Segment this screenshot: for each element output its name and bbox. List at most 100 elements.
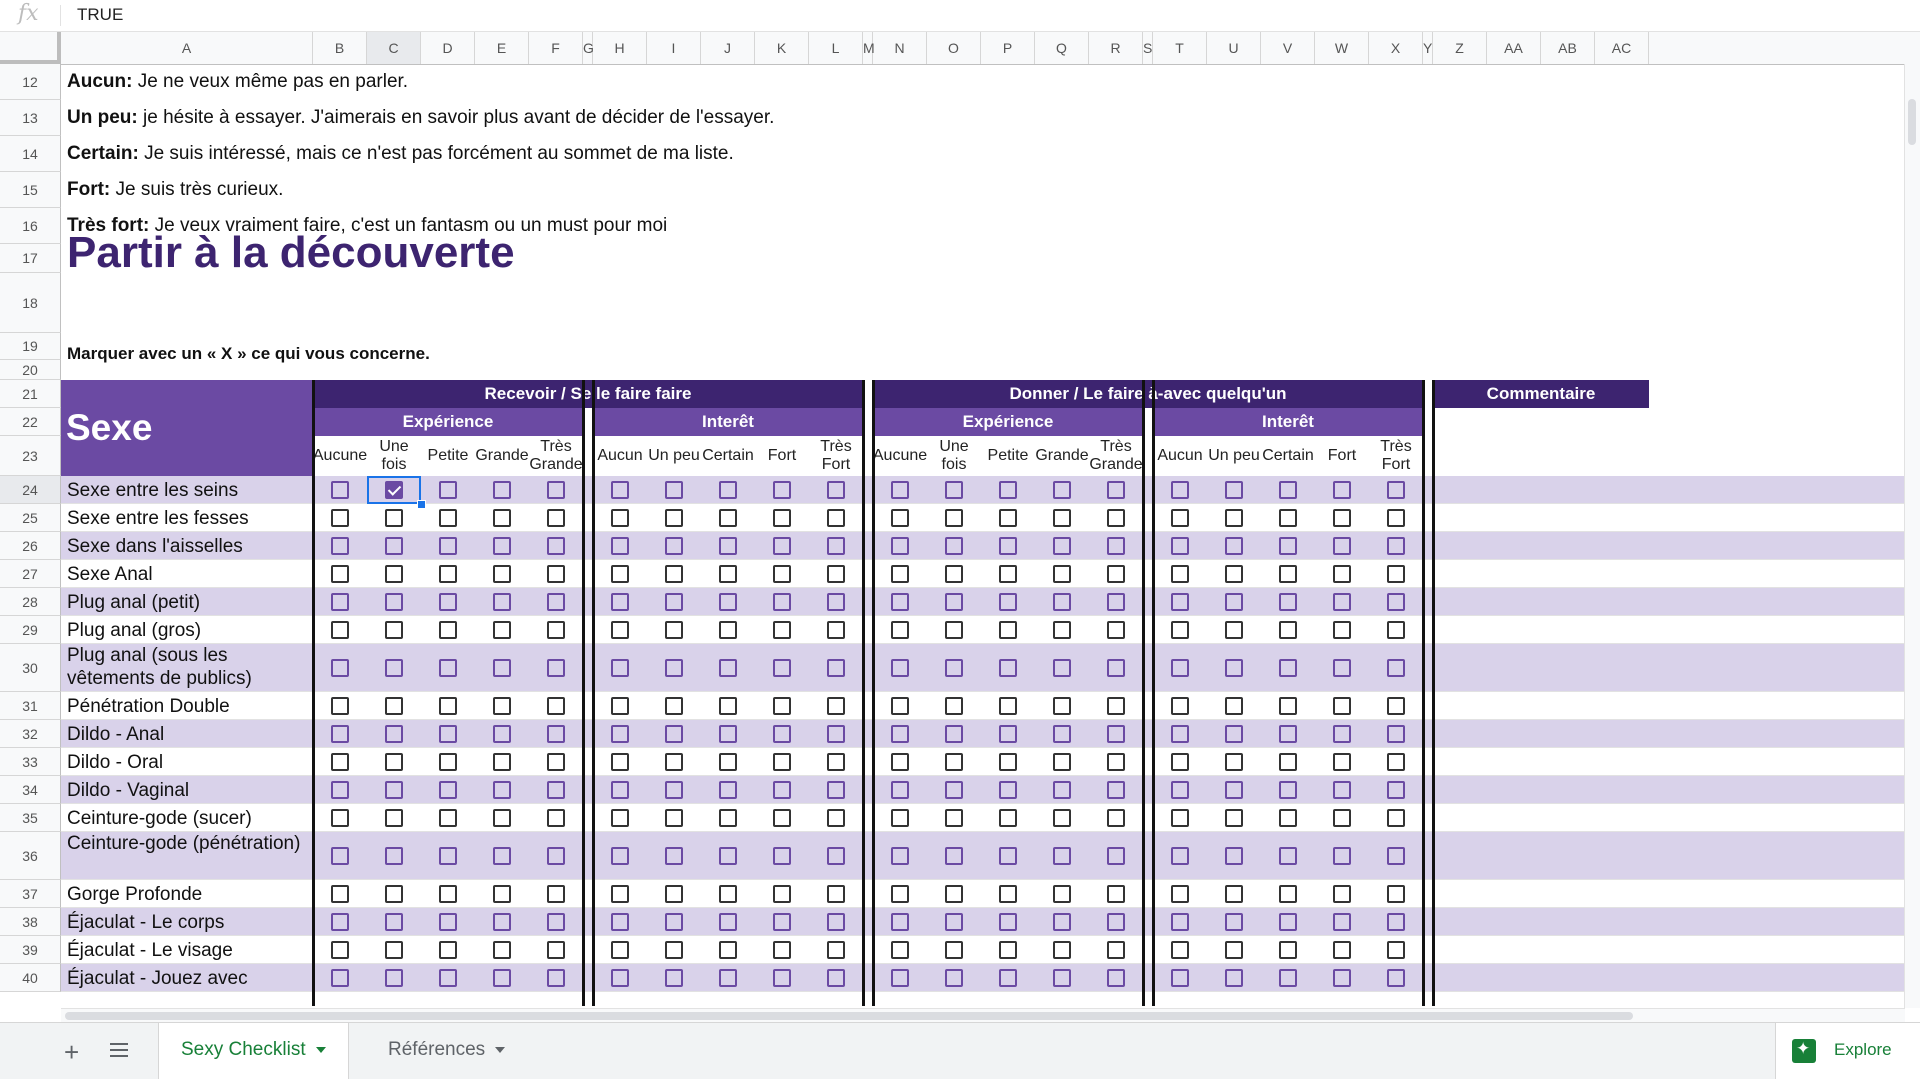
checkbox-f-28[interactable] bbox=[547, 593, 565, 611]
column-header-x[interactable]: X bbox=[1369, 32, 1423, 64]
checkbox-t-34[interactable] bbox=[1171, 781, 1189, 799]
checkbox-k-28[interactable] bbox=[773, 593, 791, 611]
checkbox-k-33[interactable] bbox=[773, 753, 791, 771]
checkbox-q-31[interactable] bbox=[1053, 697, 1071, 715]
checkbox-t-27[interactable] bbox=[1171, 565, 1189, 583]
checkbox-l-28[interactable] bbox=[827, 593, 845, 611]
checkbox-t-40[interactable] bbox=[1171, 969, 1189, 987]
checkbox-d-36[interactable] bbox=[439, 847, 457, 865]
checkbox-o-27[interactable] bbox=[945, 565, 963, 583]
checkbox-l-29[interactable] bbox=[827, 621, 845, 639]
checkbox-b-24[interactable] bbox=[331, 481, 349, 499]
checkbox-n-32[interactable] bbox=[891, 725, 909, 743]
column-header-f[interactable]: F bbox=[529, 32, 583, 64]
checkbox-h-25[interactable] bbox=[611, 509, 629, 527]
checkbox-t-36[interactable] bbox=[1171, 847, 1189, 865]
checkbox-r-40[interactable] bbox=[1107, 969, 1125, 987]
checkbox-h-33[interactable] bbox=[611, 753, 629, 771]
checkbox-l-35[interactable] bbox=[827, 809, 845, 827]
checkbox-o-40[interactable] bbox=[945, 969, 963, 987]
row-header-18[interactable]: 18 bbox=[0, 273, 61, 333]
checkbox-k-31[interactable] bbox=[773, 697, 791, 715]
checkbox-x-27[interactable] bbox=[1387, 565, 1405, 583]
checkbox-u-31[interactable] bbox=[1225, 697, 1243, 715]
checkbox-x-40[interactable] bbox=[1387, 969, 1405, 987]
sheet-tab[interactable]: Références bbox=[366, 1023, 527, 1079]
checkbox-p-26[interactable] bbox=[999, 537, 1017, 555]
checkbox-l-27[interactable] bbox=[827, 565, 845, 583]
row-header-34[interactable]: 34 bbox=[0, 776, 61, 804]
column-header-k[interactable]: K bbox=[755, 32, 809, 64]
checkbox-r-33[interactable] bbox=[1107, 753, 1125, 771]
checkbox-u-27[interactable] bbox=[1225, 565, 1243, 583]
checkbox-e-26[interactable] bbox=[493, 537, 511, 555]
checkbox-w-31[interactable] bbox=[1333, 697, 1351, 715]
checkbox-c-36[interactable] bbox=[385, 847, 403, 865]
checkbox-q-32[interactable] bbox=[1053, 725, 1071, 743]
checkbox-f-30[interactable] bbox=[547, 659, 565, 677]
checkbox-c-26[interactable] bbox=[385, 537, 403, 555]
checkbox-u-35[interactable] bbox=[1225, 809, 1243, 827]
checkbox-o-32[interactable] bbox=[945, 725, 963, 743]
checkbox-d-40[interactable] bbox=[439, 969, 457, 987]
column-header-i[interactable]: I bbox=[647, 32, 701, 64]
checkbox-r-28[interactable] bbox=[1107, 593, 1125, 611]
checkbox-b-33[interactable] bbox=[331, 753, 349, 771]
column-header-j[interactable]: J bbox=[701, 32, 755, 64]
checkbox-e-24[interactable] bbox=[493, 481, 511, 499]
checkbox-f-35[interactable] bbox=[547, 809, 565, 827]
checkbox-b-28[interactable] bbox=[331, 593, 349, 611]
checkbox-x-29[interactable] bbox=[1387, 621, 1405, 639]
checkbox-r-37[interactable] bbox=[1107, 885, 1125, 903]
checkbox-c-28[interactable] bbox=[385, 593, 403, 611]
checkbox-n-33[interactable] bbox=[891, 753, 909, 771]
checkbox-l-30[interactable] bbox=[827, 659, 845, 677]
checkbox-d-39[interactable] bbox=[439, 941, 457, 959]
checkbox-v-33[interactable] bbox=[1279, 753, 1297, 771]
checkbox-f-34[interactable] bbox=[547, 781, 565, 799]
checkbox-p-40[interactable] bbox=[999, 969, 1017, 987]
checkbox-j-24[interactable] bbox=[719, 481, 737, 499]
row-header-16[interactable]: 16 bbox=[0, 208, 61, 244]
checkbox-f-36[interactable] bbox=[547, 847, 565, 865]
row-header-27[interactable]: 27 bbox=[0, 560, 61, 588]
checkbox-l-34[interactable] bbox=[827, 781, 845, 799]
checkbox-x-30[interactable] bbox=[1387, 659, 1405, 677]
column-header-p[interactable]: P bbox=[981, 32, 1035, 64]
checkbox-r-36[interactable] bbox=[1107, 847, 1125, 865]
checkbox-c-35[interactable] bbox=[385, 809, 403, 827]
checkbox-h-24[interactable] bbox=[611, 481, 629, 499]
checkbox-t-35[interactable] bbox=[1171, 809, 1189, 827]
checkbox-e-39[interactable] bbox=[493, 941, 511, 959]
checkbox-j-33[interactable] bbox=[719, 753, 737, 771]
checkbox-i-24[interactable] bbox=[665, 481, 683, 499]
checkbox-b-34[interactable] bbox=[331, 781, 349, 799]
checkbox-e-29[interactable] bbox=[493, 621, 511, 639]
checkbox-j-35[interactable] bbox=[719, 809, 737, 827]
checkbox-i-25[interactable] bbox=[665, 509, 683, 527]
column-header-ac[interactable]: AC bbox=[1595, 32, 1649, 64]
checkbox-h-28[interactable] bbox=[611, 593, 629, 611]
column-header-t[interactable]: T bbox=[1153, 32, 1207, 64]
checkbox-l-33[interactable] bbox=[827, 753, 845, 771]
checkbox-e-37[interactable] bbox=[493, 885, 511, 903]
checkbox-o-25[interactable] bbox=[945, 509, 963, 527]
checkbox-d-31[interactable] bbox=[439, 697, 457, 715]
checkbox-i-30[interactable] bbox=[665, 659, 683, 677]
checkbox-j-37[interactable] bbox=[719, 885, 737, 903]
checkbox-q-34[interactable] bbox=[1053, 781, 1071, 799]
vertical-scroll-thumb[interactable] bbox=[1908, 99, 1916, 145]
checkbox-o-39[interactable] bbox=[945, 941, 963, 959]
checkbox-x-38[interactable] bbox=[1387, 913, 1405, 931]
checkbox-i-37[interactable] bbox=[665, 885, 683, 903]
checkbox-e-33[interactable] bbox=[493, 753, 511, 771]
column-header-b[interactable]: B bbox=[313, 32, 367, 64]
checkbox-c-39[interactable] bbox=[385, 941, 403, 959]
checkbox-j-38[interactable] bbox=[719, 913, 737, 931]
checkbox-h-30[interactable] bbox=[611, 659, 629, 677]
checkbox-u-32[interactable] bbox=[1225, 725, 1243, 743]
row-header-17[interactable]: 17 bbox=[0, 244, 61, 273]
checkbox-x-35[interactable] bbox=[1387, 809, 1405, 827]
checkbox-n-34[interactable] bbox=[891, 781, 909, 799]
checkbox-t-26[interactable] bbox=[1171, 537, 1189, 555]
